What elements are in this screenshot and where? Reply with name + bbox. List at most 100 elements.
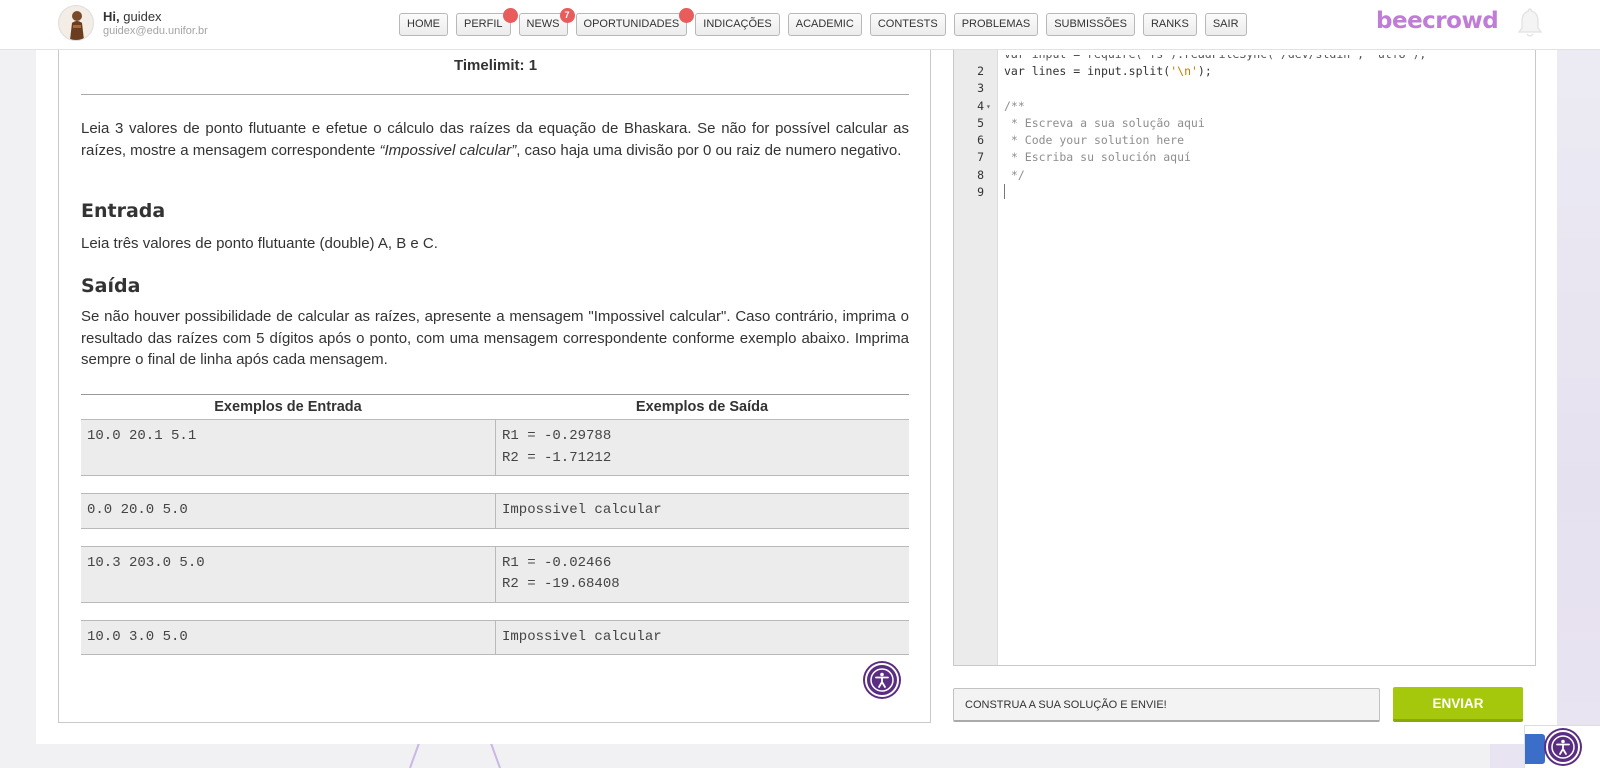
nav-label: OPORTUNIDADES bbox=[583, 18, 680, 30]
nav-perfil[interactable]: PERFIL bbox=[456, 8, 518, 36]
code-token: '\n' bbox=[1170, 64, 1198, 78]
problem-panel: Timelimit: 1 Leia 3 valores de ponto flu… bbox=[58, 50, 931, 723]
output-section-text: Se não houver possibilidade de calcular … bbox=[81, 308, 909, 368]
code-text: * Code your solution here bbox=[1004, 132, 1184, 149]
code-text: /** bbox=[1004, 98, 1025, 115]
code-token: var bbox=[1004, 64, 1032, 78]
user-avatar[interactable] bbox=[58, 5, 94, 41]
timelimit: Timelimit: 1 bbox=[453, 57, 538, 74]
nav-label: CONTESTS bbox=[877, 18, 938, 30]
example-output-line: R1 = -0.29788 bbox=[502, 428, 612, 444]
example-output-line: R2 = -19.68408 bbox=[502, 576, 620, 592]
line-number: 2 bbox=[977, 64, 984, 78]
code-token: ); bbox=[1197, 64, 1212, 78]
example-output-cell: Impossivel calcular bbox=[495, 620, 909, 654]
code-token: * Code your solution here bbox=[1004, 133, 1185, 148]
nav-label: PROBLEMAS bbox=[961, 18, 1031, 30]
code-line: 8 */ bbox=[954, 167, 1535, 184]
accessibility-icon bbox=[870, 668, 894, 692]
example-input-line: 10.0 20.1 5.1 bbox=[87, 428, 197, 444]
example-input-line: 10.3 203.0 5.0 bbox=[87, 554, 205, 571]
code-token: * Escreva a sua solução aqui bbox=[1004, 115, 1205, 130]
main-nav: HOME PERFIL NEWS 7 OPORTUNIDADES INDICAÇÕES AC… bbox=[399, 8, 1255, 36]
code-line: 3 bbox=[954, 80, 1535, 97]
example-input-cell: 10.0 20.1 5.1 bbox=[81, 420, 495, 475]
code-text: * Escreva a sua solução aqui bbox=[1004, 115, 1205, 132]
code-token: lines bbox=[1031, 64, 1074, 78]
code-text: var lines = input.split('\n'); bbox=[1004, 63, 1212, 80]
example-output-line: R1 = -0.02466 bbox=[502, 554, 612, 571]
brand-logo[interactable]: beecrowd bbox=[1376, 8, 1499, 34]
example-input-line: 10.0 3.0 5.0 bbox=[87, 628, 188, 645]
nav-home[interactable]: HOME bbox=[399, 13, 448, 36]
notification-badge bbox=[502, 8, 518, 23]
accessibility-button[interactable] bbox=[865, 663, 899, 697]
nav-label: SUBMISSÕES bbox=[1054, 18, 1127, 30]
example-output-cell: R1 = -0.02466 R2 = -19.68408 bbox=[495, 546, 909, 602]
example-output-line: R2 = -1.71212 bbox=[502, 449, 612, 466]
nav-submissoes[interactable]: SUBMISSÕES bbox=[1046, 13, 1135, 36]
code-token: /** bbox=[1004, 98, 1025, 113]
problem-description: Leia 3 valores de ponto flutuante e efet… bbox=[81, 120, 909, 159]
divider bbox=[81, 94, 909, 95]
nav-label: SAIR bbox=[1212, 18, 1239, 30]
line-number: 4 bbox=[977, 98, 984, 113]
widget-tab[interactable] bbox=[1525, 734, 1545, 764]
notification-bell-icon[interactable] bbox=[1514, 6, 1546, 40]
line-number: 7 bbox=[977, 150, 984, 165]
accessibility-widget-button[interactable] bbox=[1546, 730, 1580, 764]
code-editor[interactable]: var input = require('fs').readFileSync('… bbox=[953, 50, 1536, 666]
nav-indicacoes[interactable]: INDICAÇÕES bbox=[695, 13, 780, 36]
example-row: 10.3 203.0 5.0 R1 = -0.02466 R2 = -19.6840… bbox=[81, 545, 909, 603]
code-token: * Escriba su solución aquí bbox=[1004, 150, 1191, 165]
examples-gap bbox=[81, 476, 909, 493]
code-token: = bbox=[1073, 64, 1088, 78]
top-header: Hi, guidex guidex@edu.unifor.br HOME PERF… bbox=[0, 0, 1600, 50]
code-token: input. bbox=[1087, 64, 1129, 78]
line-number: 8 bbox=[977, 167, 984, 182]
code-line: 9 bbox=[954, 184, 1535, 201]
code-line-clipped: var input = require('fs').readFileSync('… bbox=[954, 55, 1535, 63]
nav-label: ACADEMIC bbox=[795, 18, 854, 30]
code-text: */ bbox=[1004, 167, 1025, 184]
nav-problemas[interactable]: PROBLEMAS bbox=[953, 13, 1039, 36]
example-row: 10.0 3.0 5.0 Impossivel calcular bbox=[81, 619, 909, 655]
code-line: 4 ▾ /** bbox=[954, 98, 1535, 115]
input-section-title: Entrada bbox=[81, 200, 166, 222]
examples-gap bbox=[81, 529, 909, 546]
nav-sair[interactable]: SAIR bbox=[1204, 13, 1247, 36]
example-input-cell: 10.0 3.0 5.0 bbox=[81, 621, 495, 655]
fold-arrow-icon[interactable]: ▾ bbox=[986, 98, 991, 115]
nav-contests[interactable]: CONTESTS bbox=[869, 13, 946, 36]
accessibility-icon bbox=[1551, 735, 1575, 759]
examples-gap bbox=[81, 603, 909, 620]
user-email: guidex@edu.unifor.br bbox=[103, 25, 208, 37]
corner-widget bbox=[1524, 725, 1600, 768]
line-number: 5 bbox=[977, 115, 984, 130]
line-number: 6 bbox=[977, 133, 984, 148]
submit-status-box: CONSTRUA A SUA SOLUÇÃO E ENVIE! bbox=[953, 688, 1380, 722]
nav-oportunidades[interactable]: OPORTUNIDADES bbox=[575, 8, 695, 36]
code-line: 5 * Escreva a sua solução aqui bbox=[954, 115, 1535, 132]
code-text: * Escriba su solución aquí bbox=[1004, 149, 1191, 166]
example-input-line: 0.0 20.0 5.0 bbox=[87, 502, 188, 518]
examples-table: Exemplos de Entrada Exemplos de Saída 10… bbox=[81, 394, 909, 655]
example-row: 10.0 20.1 5.1 R1 = -0.29788 R2 = -1.71212 bbox=[81, 419, 909, 476]
examples-header: Exemplos de Entrada Exemplos de Saída bbox=[81, 394, 909, 419]
example-input-cell: 0.0 20.0 5.0 bbox=[81, 494, 495, 528]
code-lines: var input = require('fs').readFileSync('… bbox=[954, 55, 1535, 201]
nav-label: INDICAÇÕES bbox=[703, 18, 772, 30]
input-section-text: Leia três valores de ponto flutuante (do… bbox=[81, 235, 438, 252]
examples-output-header: Exemplos de Saída bbox=[635, 399, 769, 415]
text-cursor bbox=[1004, 184, 1005, 200]
send-button[interactable]: ENVIAR bbox=[1393, 687, 1523, 722]
example-output-cell: Impossivel calcular bbox=[495, 494, 909, 528]
nav-ranks[interactable]: RANKS bbox=[1142, 13, 1197, 36]
nav-label: PERFIL bbox=[464, 18, 503, 30]
example-output-line: Impossivel calcular bbox=[502, 502, 662, 518]
code-line: 2 var lines = input.split('\n'); bbox=[954, 63, 1535, 80]
nav-news[interactable]: NEWS 7 bbox=[518, 8, 575, 36]
examples-input-header: Exemplos de Entrada bbox=[214, 399, 362, 415]
nav-academic[interactable]: ACADEMIC bbox=[787, 13, 862, 36]
code-line: 7 * Escriba su solución aquí bbox=[954, 149, 1535, 166]
